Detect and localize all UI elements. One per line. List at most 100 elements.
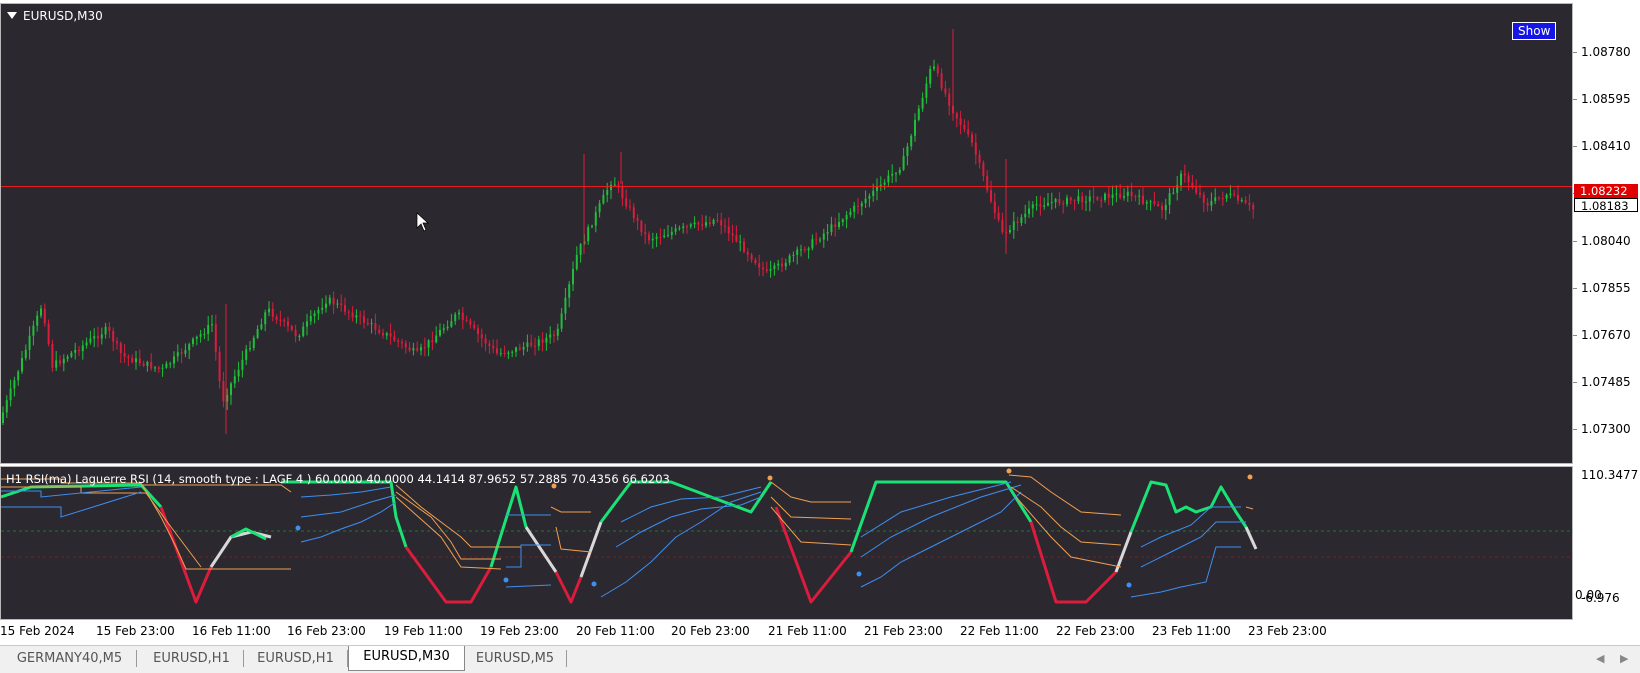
candle xyxy=(1248,194,1251,211)
candle xyxy=(936,63,939,77)
price-tick xyxy=(1573,287,1577,289)
candle xyxy=(636,214,639,231)
candle xyxy=(560,307,563,332)
candle xyxy=(112,327,115,352)
candle xyxy=(222,371,225,408)
scroll-left-icon[interactable]: ◀ xyxy=(1596,652,1604,665)
candle xyxy=(689,222,692,229)
candle xyxy=(184,343,187,358)
candle xyxy=(435,326,438,344)
candle xyxy=(860,200,863,216)
chart-tab[interactable]: EURUSD,H1 xyxy=(140,648,243,669)
candle xyxy=(933,59,935,72)
rsi-line-segment xyxy=(524,526,558,573)
mouse-cursor-icon xyxy=(416,212,429,232)
candle xyxy=(13,376,16,397)
candle xyxy=(488,340,491,354)
rsi-line-segment xyxy=(599,480,773,523)
candle xyxy=(347,309,350,320)
candle xyxy=(568,281,571,308)
candle xyxy=(154,365,156,372)
candle xyxy=(537,335,540,351)
candle xyxy=(100,327,103,345)
candle xyxy=(2,406,4,426)
candle xyxy=(397,338,400,348)
candle xyxy=(454,312,457,326)
candle xyxy=(762,261,764,277)
candle xyxy=(701,214,704,231)
candle xyxy=(420,343,422,356)
candle xyxy=(28,326,31,360)
candle xyxy=(1058,192,1061,207)
candle xyxy=(575,246,578,271)
candle xyxy=(545,333,548,351)
price-tick xyxy=(1573,334,1577,336)
candle xyxy=(541,332,544,352)
candle xyxy=(997,206,1000,223)
laguerre-rsi-plot[interactable] xyxy=(1,467,1572,619)
candle xyxy=(1157,201,1160,207)
candle xyxy=(834,217,837,237)
signal-dot xyxy=(295,525,301,531)
candle xyxy=(336,299,339,309)
candle xyxy=(1012,211,1015,239)
candle xyxy=(1183,164,1186,183)
candle xyxy=(275,314,278,324)
candle xyxy=(640,219,643,237)
candle xyxy=(211,315,213,333)
collapse-triangle-icon[interactable] xyxy=(7,12,17,19)
candle xyxy=(895,171,897,183)
candle xyxy=(849,208,852,218)
candle xyxy=(173,351,175,369)
candle xyxy=(290,324,293,332)
time-label: 22 Feb 11:00 xyxy=(960,624,1039,638)
chart-tab[interactable]: GERMANY40,M5 xyxy=(3,648,136,669)
candle xyxy=(393,330,396,343)
candle xyxy=(1077,189,1080,205)
candle xyxy=(712,218,715,227)
signal-step-line xyxy=(770,496,852,520)
candle xyxy=(792,251,795,263)
candle xyxy=(496,339,498,356)
candle xyxy=(572,261,574,291)
candlestick-chart[interactable] xyxy=(1,4,1572,463)
indicator-pane[interactable]: H1 RSI(ma) Laguerre RSI (14, smooth type… xyxy=(0,466,1573,620)
price-scale[interactable]: 1.087801.085951.084101.082251.080401.078… xyxy=(1573,3,1640,464)
indicator-scale[interactable]: 110.3477 0.00 -6.976 xyxy=(1573,466,1640,620)
candle xyxy=(230,381,232,405)
candle xyxy=(1202,191,1205,213)
candle xyxy=(374,313,377,335)
candle xyxy=(157,365,160,373)
chart-symbol-title[interactable]: EURUSD,M30 xyxy=(7,9,103,23)
candle xyxy=(1221,191,1224,206)
time-label: 21 Feb 11:00 xyxy=(768,624,847,638)
chart-tab[interactable]: EURUSD,H1 xyxy=(244,648,347,669)
candle xyxy=(993,192,996,220)
candle xyxy=(340,294,343,312)
main-price-pane[interactable]: EURUSD,M30 Show xyxy=(0,3,1573,464)
candle xyxy=(252,335,255,351)
chart-tab[interactable]: EURUSD,M30 xyxy=(348,646,465,671)
candle xyxy=(256,325,259,340)
signal-step-line xyxy=(1,491,142,518)
candle xyxy=(59,355,61,367)
candle xyxy=(864,190,867,208)
candle xyxy=(693,216,696,229)
candle xyxy=(298,334,301,341)
candle xyxy=(925,76,928,104)
candle xyxy=(233,369,236,388)
candle xyxy=(271,302,274,322)
candle xyxy=(670,226,673,240)
candle xyxy=(735,225,738,243)
scroll-right-icon[interactable]: ▶ xyxy=(1620,652,1628,665)
tab-separator xyxy=(136,650,137,667)
candle xyxy=(138,349,141,367)
show-button[interactable]: Show xyxy=(1512,22,1557,40)
candle xyxy=(594,206,597,233)
signal-step-line xyxy=(141,484,292,493)
candle xyxy=(51,339,54,372)
chart-tab[interactable]: EURUSD,M5 xyxy=(464,648,566,669)
price-label: 1.08410 xyxy=(1581,139,1631,154)
candle xyxy=(1214,188,1217,205)
price-label: 1.08780 xyxy=(1581,45,1631,59)
